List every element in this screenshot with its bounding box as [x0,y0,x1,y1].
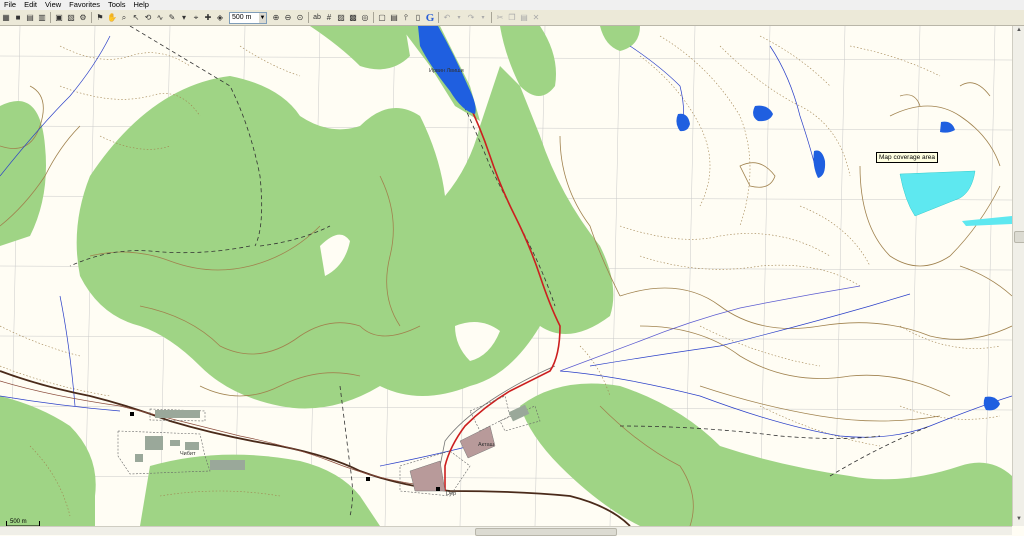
toolbar-separator [438,12,439,23]
settings-icon[interactable]: ⚙ [78,13,88,23]
import-icon[interactable]: ▣ [54,13,64,23]
label-ab-icon[interactable]: ab [312,13,322,23]
google-icon[interactable]: G [425,12,435,23]
menu-help[interactable]: Help [130,0,153,10]
print-icon[interactable]: ▥ [37,13,47,23]
map-graphic [0,26,1012,526]
waypoint-icon[interactable]: ⚑ [95,13,105,23]
toolbar-separator [50,12,51,23]
menu-bar: File Edit View Favorites Tools Help [0,0,1024,10]
magnify-icon[interactable]: ⊙ [295,13,305,23]
lake-label: Ирвин Лвиши [429,68,464,74]
scale-bar-label: 500 m [10,519,27,525]
menu-edit[interactable]: Edit [20,0,41,10]
export-icon[interactable]: ▧ [66,13,76,23]
undo-dropdown-icon[interactable]: ▾ [454,13,464,23]
scale-value: 500 m [232,13,252,21]
toolbar-separator [308,12,309,23]
target-icon[interactable]: ◎ [360,13,370,23]
vertical-scroll-thumb[interactable] [1014,231,1024,243]
photo-icon[interactable]: ▩ [348,13,358,23]
copy-icon[interactable]: ❐ [507,13,517,23]
scroll-down-icon[interactable]: ▼ [1014,516,1024,524]
track-icon[interactable]: ∿ [155,13,165,23]
save-as-icon[interactable]: ▤ [25,13,35,23]
map-tooltip: Map coverage area [876,152,939,163]
menu-tools[interactable]: Tools [104,0,130,10]
toolbar-separator [91,12,92,23]
plus-icon[interactable]: ✚ [203,13,213,23]
page-icon[interactable]: ▢ [377,13,387,23]
village-label: Акташ [478,442,495,448]
layers-icon[interactable]: ▨ [336,13,346,23]
menu-view[interactable]: View [41,0,65,10]
toolbar-separator [491,12,492,23]
compass-icon[interactable]: ◈ [215,13,225,23]
redo-icon[interactable]: ↷ [466,13,476,23]
save-icon[interactable]: ■ [13,13,23,23]
delete-icon[interactable]: ✕ [531,13,541,23]
undo-icon[interactable]: ↶ [442,13,452,23]
toolbar: ▦ ■ ▤ ▥ ▣ ▧ ⚙ ⚑ ✋ ⌕ ↖ ⟲ ∿ ✎ ▾ ⌖ ✚ ◈ 500 … [0,10,1024,26]
redo-dropdown-icon[interactable]: ▾ [478,13,488,23]
open-icon[interactable]: ▦ [1,13,11,23]
doc-icon[interactable]: ▯ [413,13,423,23]
page-stack-icon[interactable]: ▤ [389,13,399,23]
route-icon[interactable]: ⟲ [143,13,153,23]
ruler-icon[interactable]: ▾ [179,13,189,23]
cursor-icon[interactable]: ⌖ [191,13,201,23]
hand-icon[interactable]: ✋ [107,13,117,23]
draw-icon[interactable]: ✎ [167,13,177,23]
pin-icon[interactable]: ⫯ [401,13,411,23]
grid-icon[interactable]: # [324,13,334,23]
map-canvas[interactable]: Ирвин Лвиши Акташ Чибит Dep Map coverage… [0,26,1012,526]
paste-icon[interactable]: ▤ [519,13,529,23]
chevron-down-icon: ▼ [259,12,266,23]
depot-label: Dep [446,491,457,497]
scroll-up-icon[interactable]: ▲ [1014,27,1024,35]
menu-favorites[interactable]: Favorites [65,0,104,10]
select-icon[interactable]: ↖ [131,13,141,23]
settlement-label: Чибит [180,451,196,457]
scale-dropdown[interactable]: 500 m ▼ [229,11,267,24]
toolbar-separator [373,12,374,23]
zoom-icon[interactable]: ⌕ [119,13,129,23]
cut-icon[interactable]: ✂ [495,13,505,23]
vertical-scrollbar[interactable]: ▲ ▼ [1012,26,1024,526]
zoom-out-icon[interactable]: ⊖ [283,13,293,23]
horizontal-scroll-thumb[interactable] [475,528,617,536]
menu-file[interactable]: File [0,0,20,10]
zoom-in-icon[interactable]: ⊕ [271,13,281,23]
